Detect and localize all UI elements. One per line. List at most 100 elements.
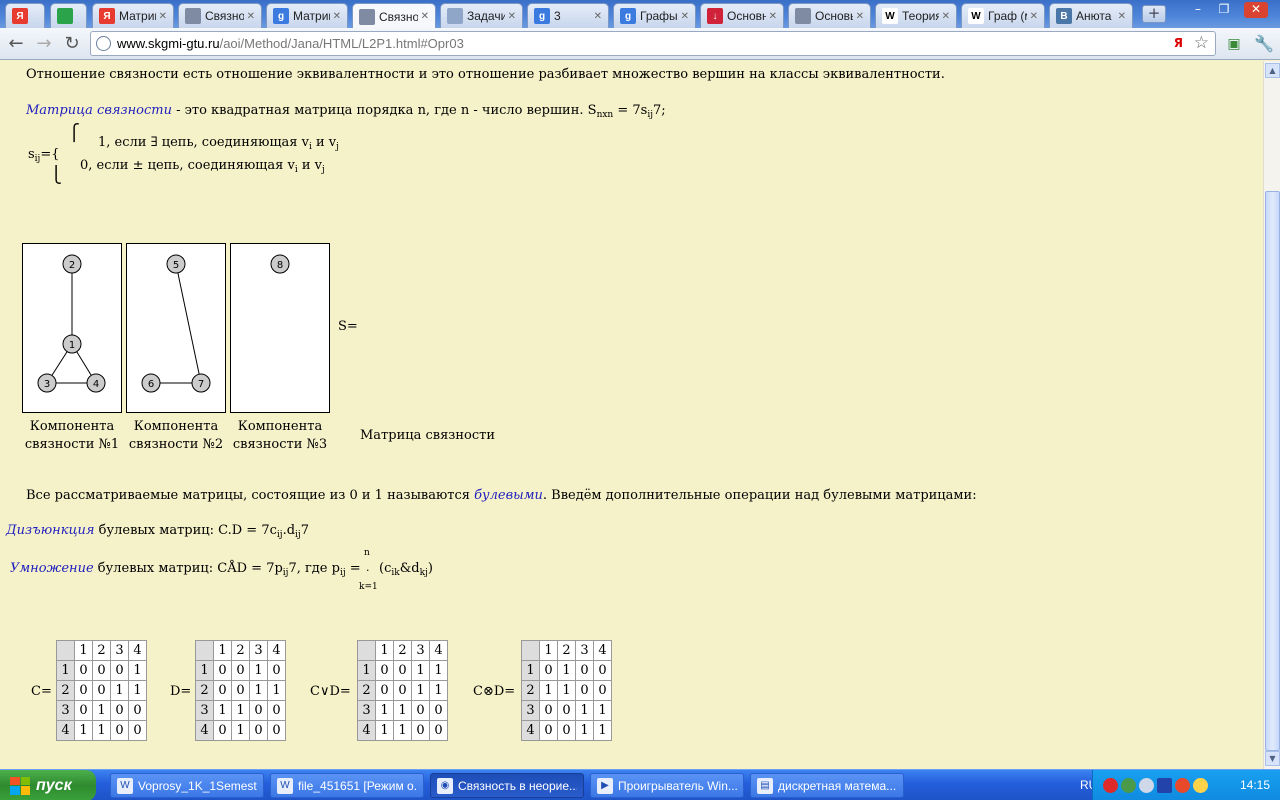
tab-title: Основы (815, 9, 853, 23)
matrix-cell: 0 (231, 680, 250, 701)
matrix-cell: 0 (267, 700, 286, 721)
case-zero: 0, если ± цепь, соединяющая vi и vj (80, 158, 325, 175)
tab-favicon-icon: g (620, 8, 636, 24)
matrix-cell: 0 (539, 660, 558, 681)
matrix-cell: 1 (128, 660, 147, 681)
matrix-column-header: 2 (231, 640, 250, 661)
taskbar-button[interactable]: ▶ Проигрыватель Win... (590, 773, 744, 798)
tab-close-icon[interactable]: ✕ (594, 11, 602, 22)
wrench-icon[interactable]: 🔧 (1252, 32, 1276, 56)
scroll-thumb[interactable] (1265, 191, 1280, 751)
disjunction-def: Дизъюнкция булевых матриц: C.D = 7cij.di… (6, 523, 309, 540)
matrix-column-header: 1 (539, 640, 558, 661)
matrix-row: 31100 (357, 700, 448, 721)
browser-tab[interactable]: g Графы ✕ (613, 3, 696, 28)
s-equals-label: S= (338, 319, 358, 334)
vertical-scrollbar[interactable]: ▲ ▼ (1263, 61, 1280, 769)
matrix-row: 30011 (521, 700, 612, 721)
tab-close-icon[interactable]: ✕ (681, 11, 689, 22)
antivirus-icon[interactable] (1175, 778, 1190, 793)
tab-close-icon[interactable]: ✕ (856, 11, 864, 22)
clock: 14:15 (1239, 778, 1270, 792)
taskbar-button[interactable]: Wfile_451651 [Режим о... (270, 773, 424, 798)
matrix-cell: 0 (429, 720, 448, 741)
matrix-header-row: 1234 (521, 640, 612, 661)
browser-tab[interactable]: Задачи ✕ (440, 3, 523, 28)
tab-close-icon[interactable]: ✕ (421, 11, 429, 22)
browser-tab[interactable]: W Теория ✕ (875, 3, 957, 28)
start-button[interactable]: пуск (0, 770, 96, 800)
matrix-column-header: 3 (411, 640, 430, 661)
taskbar-button[interactable]: W Voprosy_1K_1Semest... (110, 773, 264, 798)
scroll-down-icon[interactable]: ▼ (1265, 751, 1280, 766)
browser-tab[interactable]: Я (5, 3, 45, 28)
tab-close-icon[interactable]: ✕ (508, 11, 516, 22)
browser-tab[interactable]: Связнос✕ (352, 3, 436, 29)
matrix-cell: 1 (249, 660, 268, 681)
matrix-caption: Матрица связности (360, 428, 496, 443)
taskbar-label: дискретная матема... (778, 778, 897, 793)
page-content: Отношение связности есть отношение эквив… (0, 61, 1263, 769)
page-action-icon[interactable]: ▣ (1222, 32, 1246, 56)
keyboard-layout-icon[interactable] (1157, 778, 1172, 793)
minimize-icon[interactable]: – (1186, 2, 1210, 18)
scroll-up-icon[interactable]: ▲ (1265, 63, 1280, 78)
taskbar-button[interactable]: ▤ дискретная матема... (750, 773, 904, 798)
matrix-column-header: 1 (74, 640, 93, 661)
matrix-cell: 0 (429, 700, 448, 721)
opera-icon[interactable] (1103, 778, 1118, 793)
browser-tab[interactable]: ↓ Основн ✕ (700, 3, 784, 28)
volume-icon[interactable] (1139, 778, 1154, 793)
matrix-corner (195, 640, 214, 661)
taskbar-app-icon: ▶ (597, 777, 613, 794)
browser-tab[interactable]: Я Матриц✕ (92, 3, 174, 28)
yandex-icon[interactable]: Я (1174, 36, 1183, 50)
taskbar-button[interactable]: ◉ Связность в неорие... (430, 773, 584, 798)
component-3-graph: 8 (230, 243, 330, 413)
tab-close-icon[interactable]: ✕ (769, 11, 777, 22)
matrix-header-row: 1234 (357, 640, 448, 661)
svg-text:7: 7 (198, 379, 204, 390)
back-icon[interactable]: ← (4, 32, 28, 56)
multiplication-term-link[interactable]: Умножение (10, 561, 94, 576)
bookmark-star-icon[interactable]: ☆ (1194, 33, 1209, 53)
matrix-cell: 0 (231, 660, 250, 681)
browser-tab[interactable] (50, 3, 87, 28)
browser-tab[interactable]: Связнос✕ (178, 3, 262, 28)
matrix-cell: 0 (267, 660, 286, 681)
new-tab-button[interactable]: + (1142, 5, 1166, 23)
tab-close-icon[interactable]: ✕ (1118, 11, 1126, 22)
caption-component-1: Компонента связности №1 (24, 419, 120, 452)
browser-tab[interactable]: В Анюта ✕ (1049, 3, 1133, 28)
browser-tab[interactable]: g 3 ✕ (527, 3, 609, 28)
graph-node: 3 (37, 373, 57, 393)
matrix-cell: 0 (110, 700, 129, 721)
graph-node: 6 (141, 373, 161, 393)
maximize-icon[interactable]: ❐ (1212, 2, 1236, 18)
tab-close-icon[interactable]: ✕ (333, 11, 341, 22)
disjunction-term-link[interactable]: Дизъюнкция (6, 523, 95, 538)
address-bar[interactable]: www.skgmi-gtu.ru/aoi/Method/Jana/HTML/L2… (90, 31, 1216, 56)
reload-icon[interactable]: ↻ (60, 32, 84, 56)
matrix-term-link[interactable]: Матрица связности (26, 103, 172, 118)
browser-tab[interactable]: Основы✕ (788, 3, 871, 28)
notification-icon[interactable] (1193, 778, 1208, 793)
matrix-cell: 0 (92, 680, 111, 701)
boolean-term-link[interactable]: булевыми (474, 488, 543, 503)
browser-tab[interactable]: g Матриц✕ (266, 3, 348, 28)
network-icon[interactable] (1121, 778, 1136, 793)
matrix-product-label: C⊗D= (473, 684, 516, 699)
tab-close-icon[interactable]: ✕ (247, 11, 255, 22)
forward-icon[interactable]: → (32, 32, 56, 56)
browser-toolbar: ← → ↻ www.skgmi-gtu.ru/aoi/Method/Jana/H… (0, 28, 1280, 60)
tab-close-icon[interactable]: ✕ (1030, 11, 1038, 22)
matrix-column-header: 1 (213, 640, 232, 661)
close-icon[interactable]: ✕ (1244, 2, 1268, 18)
tab-close-icon[interactable]: ✕ (942, 11, 950, 22)
graph-node: 2 (62, 254, 82, 274)
matrix-cell: 1 (92, 720, 111, 741)
tab-close-icon[interactable]: ✕ (159, 11, 167, 22)
matrix-cell: 0 (213, 720, 232, 741)
matrix-column-header: 2 (557, 640, 576, 661)
browser-tab[interactable]: W Граф (м✕ (961, 3, 1045, 28)
